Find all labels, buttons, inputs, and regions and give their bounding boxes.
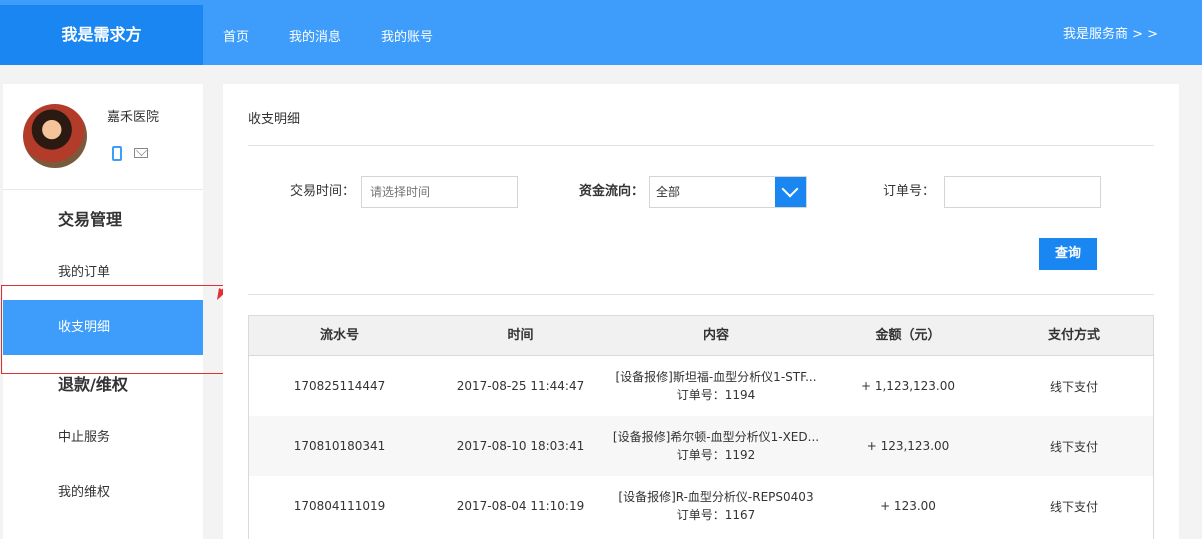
content-text[interactable]: [设备报修]斯坦福-血型分析仪1-STF... (611, 368, 821, 386)
table-row[interactable]: 170810180341 2017-08-10 18:03:41 [设备报修]希… (249, 416, 1153, 476)
table-row[interactable]: 170825114447 2017-08-25 11:44:47 [设备报修]斯… (249, 356, 1153, 416)
content-text[interactable]: [设备报修]R-血型分析仪-REPS0403 (611, 488, 821, 506)
flow-select[interactable]: 全部 (649, 176, 807, 208)
time-filter-label: 交易时间： (290, 184, 356, 199)
content-cell: [设备报修]斯坦福-血型分析仪1-STF... 订单号：1194 (611, 368, 821, 404)
amount-cell: + 123.00 (880, 499, 936, 513)
order-filter-label: 订单号： (883, 184, 936, 199)
column-header-content: 内容 (702, 328, 729, 343)
time-cell: 2017-08-25 11:44:47 (456, 379, 585, 393)
transactions-table: 流水号 时间 内容 金额（元） 支付方式 170825114447 2017-0… (248, 315, 1154, 539)
order-number-text: 订单号：1194 (676, 388, 756, 402)
column-header-amount: 金额（元） (875, 328, 941, 343)
content-text[interactable]: [设备报修]希尔顿-血型分析仪1-XED... (611, 428, 821, 446)
time-cell: 2017-08-10 18:03:41 (456, 439, 585, 453)
time-cell: 2017-08-04 11:10:19 (456, 499, 585, 513)
chevron-down-icon[interactable] (775, 177, 806, 207)
flow-filter-label: 资金流向： (579, 184, 645, 199)
time-filter-input[interactable] (361, 176, 518, 208)
content-cell: [设备报修]R-血型分析仪-REPS0403 订单号：1167 (611, 488, 821, 524)
amount-cell: + 123,123.00 (866, 439, 950, 453)
page-title: 收支明细 (248, 112, 301, 127)
payment-cell: 线下支付 (1049, 499, 1098, 514)
table-row[interactable]: 170804111019 2017-08-04 11:10:19 [设备报修]R… (249, 476, 1153, 536)
divider (248, 294, 1154, 295)
table-header: 流水号 时间 内容 金额（元） 支付方式 (249, 316, 1153, 356)
content-cell: [设备报修]希尔顿-血型分析仪1-XED... 订单号：1192 (611, 428, 821, 464)
order-number-input[interactable] (944, 176, 1101, 208)
divider (248, 145, 1154, 146)
column-header-serial: 流水号 (319, 328, 359, 343)
query-button[interactable]: 查询 (1039, 238, 1097, 270)
amount-cell: + 1,123,123.00 (860, 379, 956, 393)
column-header-payment: 支付方式 (1047, 328, 1100, 343)
main-panel: 收支明细 交易时间： 资金流向： 全部 订单号： 查询 流水号 时间 内容 金额… (223, 84, 1179, 539)
serial-cell: 170810180341 (293, 439, 386, 453)
serial-cell: 170804111019 (293, 499, 386, 513)
column-header-time: 时间 (507, 328, 534, 343)
order-number-text: 订单号：1167 (676, 508, 756, 522)
flow-select-value: 全部 (656, 185, 681, 199)
order-number-text: 订单号：1192 (676, 448, 756, 462)
serial-cell: 170825114447 (293, 379, 386, 393)
payment-cell: 线下支付 (1049, 439, 1098, 454)
payment-cell: 线下支付 (1049, 379, 1098, 394)
